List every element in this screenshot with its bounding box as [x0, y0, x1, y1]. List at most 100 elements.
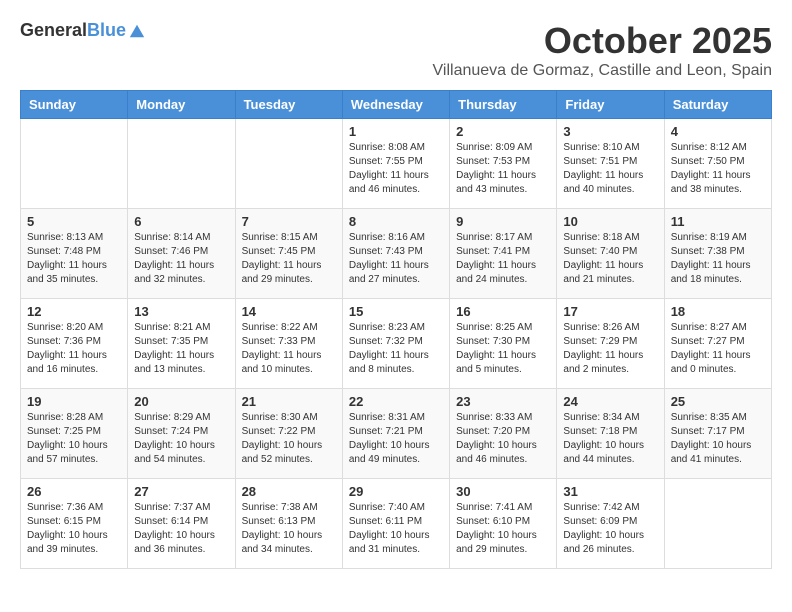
day-info: Sunrise: 8:26 AMSunset: 7:29 PMDaylight:…: [563, 321, 657, 377]
day-info: Sunrise: 8:13 AMSunset: 7:48 PMDaylight:…: [27, 231, 121, 287]
day-number: 18: [671, 304, 765, 319]
calendar-cell: 23 Sunrise: 8:33 AMSunset: 7:20 PMDayligh…: [450, 389, 557, 479]
calendar-week-row: 5 Sunrise: 8:13 AMSunset: 7:48 PMDaylight…: [21, 209, 772, 299]
day-number: 26: [27, 484, 121, 499]
day-number: 25: [671, 394, 765, 409]
calendar-cell: 8Sunrise: 8:16 AMSunset: 7:43 PMDaylight…: [342, 209, 449, 299]
day-info: Sunrise: 8:29 AMSunset: 7:24 PMDaylight:…: [134, 411, 228, 467]
col-header-saturday: Saturday: [664, 91, 771, 119]
day-number: 10: [563, 214, 657, 229]
day-info: Sunrise: 7:37 AMSunset: 6:14 PMDaylight:…: [134, 501, 228, 557]
day-info: Sunrise: 8:31 AMSunset: 7:21 PMDaylight:…: [349, 411, 443, 467]
day-number: 2: [456, 124, 550, 139]
col-header-tuesday: Tuesday: [235, 91, 342, 119]
calendar-cell: 22 Sunrise: 8:31 AMSunset: 7:21 PMDayligh…: [342, 389, 449, 479]
location-subtitle: Villanueva de Gormaz, Castille and Leon,…: [433, 62, 772, 80]
calendar-cell: [128, 119, 235, 209]
day-number: 28: [242, 484, 336, 499]
calendar-cell: 17 Sunrise: 8:26 AMSunset: 7:29 PMDayligh…: [557, 299, 664, 389]
day-number: 4: [671, 124, 765, 139]
col-header-monday: Monday: [128, 91, 235, 119]
calendar-cell: 18Sunrise: 8:27 AMSunset: 7:27 PMDayligh…: [664, 299, 771, 389]
logo: GeneralBlue: [20, 20, 146, 41]
calendar-cell: 15Sunrise: 8:23 AMSunset: 7:32 PMDayligh…: [342, 299, 449, 389]
col-header-sunday: Sunday: [21, 91, 128, 119]
day-number: 5: [27, 214, 121, 229]
col-header-friday: Friday: [557, 91, 664, 119]
day-info: Sunrise: 8:25 AMSunset: 7:30 PMDaylight:…: [456, 321, 550, 377]
day-info: Sunrise: 8:17 AMSunset: 7:41 PMDaylight:…: [456, 231, 550, 287]
calendar-week-row: 26 Sunrise: 7:36 AMSunset: 6:15 PMDayligh…: [21, 479, 772, 569]
day-number: 1: [349, 124, 443, 139]
day-info: Sunrise: 8:35 AMSunset: 7:17 PMDaylight:…: [671, 411, 765, 467]
col-header-wednesday: Wednesday: [342, 91, 449, 119]
day-number: 16: [456, 304, 550, 319]
calendar-cell: [21, 119, 128, 209]
day-info: Sunrise: 8:16 AMSunset: 7:43 PMDaylight:…: [349, 231, 443, 287]
logo-general-text: GeneralBlue: [20, 20, 126, 41]
header: GeneralBlue October 2025 Villanueva de G…: [20, 20, 772, 80]
day-number: 13: [134, 304, 228, 319]
calendar-cell: 12Sunrise: 8:20 AMSunset: 7:36 PMDayligh…: [21, 299, 128, 389]
day-info: Sunrise: 8:21 AMSunset: 7:35 PMDaylight:…: [134, 321, 228, 377]
calendar-cell: 2 Sunrise: 8:09 AMSunset: 7:53 PMDaylight…: [450, 119, 557, 209]
calendar-cell: 24 Sunrise: 8:34 AMSunset: 7:18 PMDayligh…: [557, 389, 664, 479]
calendar-week-row: 19Sunrise: 8:28 AMSunset: 7:25 PMDayligh…: [21, 389, 772, 479]
day-info: Sunrise: 7:38 AMSunset: 6:13 PMDaylight:…: [242, 501, 336, 557]
day-number: 31: [563, 484, 657, 499]
day-info: Sunrise: 8:30 AMSunset: 7:22 PMDaylight:…: [242, 411, 336, 467]
day-info: Sunrise: 8:23 AMSunset: 7:32 PMDaylight:…: [349, 321, 443, 377]
calendar-cell: 6Sunrise: 8:14 AMSunset: 7:46 PMDaylight…: [128, 209, 235, 299]
day-number: 14: [242, 304, 336, 319]
day-number: 29: [349, 484, 443, 499]
day-number: 22: [349, 394, 443, 409]
calendar-cell: 14 Sunrise: 8:22 AMSunset: 7:33 PMDayligh…: [235, 299, 342, 389]
calendar-cell: 4 Sunrise: 8:12 AMSunset: 7:50 PMDaylight…: [664, 119, 771, 209]
calendar-header-row: SundayMondayTuesdayWednesdayThursdayFrid…: [21, 91, 772, 119]
calendar-cell: 29 Sunrise: 7:40 AMSunset: 6:11 PMDayligh…: [342, 479, 449, 569]
calendar-cell: 9 Sunrise: 8:17 AMSunset: 7:41 PMDaylight…: [450, 209, 557, 299]
calendar-week-row: 12Sunrise: 8:20 AMSunset: 7:36 PMDayligh…: [21, 299, 772, 389]
day-info: Sunrise: 8:08 AMSunset: 7:55 PMDaylight:…: [349, 141, 443, 197]
month-title: October 2025: [433, 20, 772, 62]
calendar-cell: 20Sunrise: 8:29 AMSunset: 7:24 PMDayligh…: [128, 389, 235, 479]
day-info: Sunrise: 7:40 AMSunset: 6:11 PMDaylight:…: [349, 501, 443, 557]
day-number: 9: [456, 214, 550, 229]
calendar-cell: 13 Sunrise: 8:21 AMSunset: 7:35 PMDayligh…: [128, 299, 235, 389]
day-number: 6: [134, 214, 228, 229]
col-header-thursday: Thursday: [450, 91, 557, 119]
day-info: Sunrise: 7:36 AMSunset: 6:15 PMDaylight:…: [27, 501, 121, 557]
day-number: 19: [27, 394, 121, 409]
day-info: Sunrise: 8:34 AMSunset: 7:18 PMDaylight:…: [563, 411, 657, 467]
day-number: 23: [456, 394, 550, 409]
calendar-week-row: 1 Sunrise: 8:08 AMSunset: 7:55 PMDaylight…: [21, 119, 772, 209]
calendar-cell: 26 Sunrise: 7:36 AMSunset: 6:15 PMDayligh…: [21, 479, 128, 569]
calendar-cell: 19Sunrise: 8:28 AMSunset: 7:25 PMDayligh…: [21, 389, 128, 479]
day-info: Sunrise: 8:33 AMSunset: 7:20 PMDaylight:…: [456, 411, 550, 467]
calendar-cell: 16 Sunrise: 8:25 AMSunset: 7:30 PMDayligh…: [450, 299, 557, 389]
day-number: 7: [242, 214, 336, 229]
calendar-cell: 3Sunrise: 8:10 AMSunset: 7:51 PMDaylight…: [557, 119, 664, 209]
calendar-cell: 30Sunrise: 7:41 AMSunset: 6:10 PMDayligh…: [450, 479, 557, 569]
day-info: Sunrise: 7:42 AMSunset: 6:09 PMDaylight:…: [563, 501, 657, 557]
logo-icon: [128, 22, 146, 40]
calendar-cell: 31 Sunrise: 7:42 AMSunset: 6:09 PMDayligh…: [557, 479, 664, 569]
calendar-cell: [664, 479, 771, 569]
day-info: Sunrise: 8:10 AMSunset: 7:51 PMDaylight:…: [563, 141, 657, 197]
day-number: 21: [242, 394, 336, 409]
calendar-cell: 1 Sunrise: 8:08 AMSunset: 7:55 PMDaylight…: [342, 119, 449, 209]
calendar-cell: 28 Sunrise: 7:38 AMSunset: 6:13 PMDayligh…: [235, 479, 342, 569]
calendar-cell: 5 Sunrise: 8:13 AMSunset: 7:48 PMDaylight…: [21, 209, 128, 299]
calendar-cell: [235, 119, 342, 209]
calendar-cell: 27Sunrise: 7:37 AMSunset: 6:14 PMDayligh…: [128, 479, 235, 569]
day-info: Sunrise: 8:22 AMSunset: 7:33 PMDaylight:…: [242, 321, 336, 377]
day-info: Sunrise: 8:12 AMSunset: 7:50 PMDaylight:…: [671, 141, 765, 197]
calendar-cell: 25 Sunrise: 8:35 AMSunset: 7:17 PMDayligh…: [664, 389, 771, 479]
day-number: 11: [671, 214, 765, 229]
calendar-cell: 11Sunrise: 8:19 AMSunset: 7:38 PMDayligh…: [664, 209, 771, 299]
title-area: October 2025 Villanueva de Gormaz, Casti…: [433, 20, 772, 80]
day-number: 17: [563, 304, 657, 319]
day-info: Sunrise: 8:09 AMSunset: 7:53 PMDaylight:…: [456, 141, 550, 197]
day-number: 24: [563, 394, 657, 409]
day-info: Sunrise: 8:20 AMSunset: 7:36 PMDaylight:…: [27, 321, 121, 377]
